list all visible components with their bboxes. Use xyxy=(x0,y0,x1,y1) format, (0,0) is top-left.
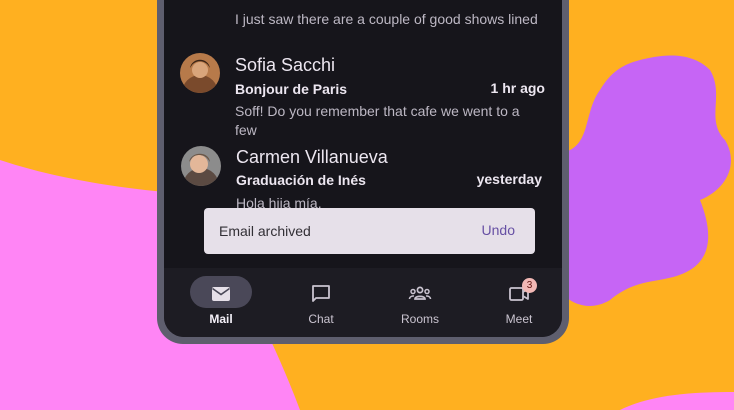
rooms-icon xyxy=(408,286,432,300)
email-subject: Bonjour de Paris xyxy=(235,81,348,97)
nav-item-meet[interactable]: 3 Meet xyxy=(476,268,556,337)
nav-item-mail[interactable]: Mail xyxy=(178,268,258,337)
email-snippet-line-2: few xyxy=(235,122,257,138)
pink-wave xyxy=(620,392,734,410)
email-time: yesterday xyxy=(476,171,542,187)
email-snippet-line-1: Soff! Do you remember that cafe we went … xyxy=(235,103,520,119)
email-sender: Carmen Villanueva xyxy=(236,147,388,167)
nav-item-rooms[interactable]: Rooms xyxy=(377,268,457,337)
phone-frame: I just saw there are a couple of good sh… xyxy=(157,0,569,344)
nav-label: Meet xyxy=(505,312,533,326)
snackbar-message: Email archived xyxy=(219,223,311,239)
snackbar: Email archived Undo xyxy=(204,208,535,254)
email-time: 1 hr ago xyxy=(490,80,545,96)
avatar xyxy=(181,146,221,186)
bottom-navigation: Mail Chat Rooms 3 Meet xyxy=(164,268,562,337)
nav-item-chat[interactable]: Chat xyxy=(278,268,358,337)
email-sender: Sofia Sacchi xyxy=(235,55,336,75)
chat-icon xyxy=(312,285,330,302)
phone-screen: I just saw there are a couple of good sh… xyxy=(164,0,562,337)
notification-badge: 3 xyxy=(522,278,537,293)
avatar xyxy=(180,53,220,93)
previous-email-snippet: I just saw there are a couple of good sh… xyxy=(235,11,538,27)
nav-label: Chat xyxy=(308,312,334,326)
email-subject: Graduación de Inés xyxy=(236,172,366,188)
nav-label: Rooms xyxy=(400,312,439,326)
nav-label: Mail xyxy=(209,312,233,326)
mail-icon xyxy=(212,287,230,301)
undo-button[interactable]: Undo xyxy=(482,222,515,238)
